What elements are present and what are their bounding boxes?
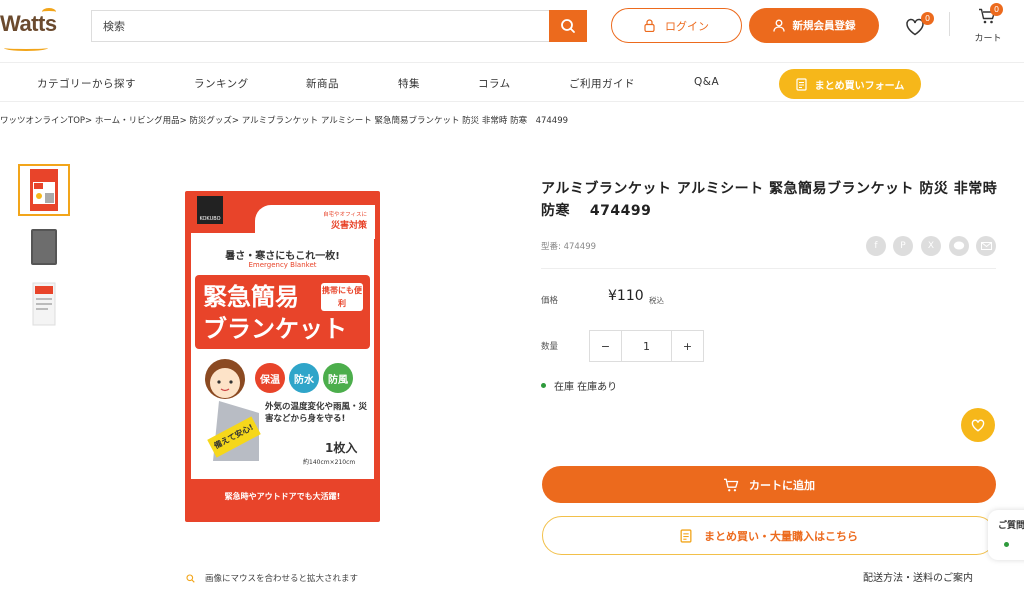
- user-icon: [772, 19, 785, 32]
- package-tagline: 暑さ・寒さにもこれ一枚!: [225, 251, 340, 262]
- quantity-stepper: − 1 +: [589, 330, 704, 362]
- magnifier-icon: [186, 573, 195, 583]
- logo-swoosh-icon: [4, 45, 48, 51]
- heart-icon: [971, 419, 985, 432]
- shipping-info-link[interactable]: 配送方法・送料のご案内: [863, 569, 973, 584]
- qty-value[interactable]: 1: [622, 331, 671, 361]
- stock-status: 在庫 在庫あり: [541, 378, 617, 393]
- bulk-form-label: まとめ買いフォーム: [814, 80, 905, 92]
- thumbnail-2[interactable]: [18, 221, 70, 273]
- site-logo[interactable]: Watts: [0, 8, 57, 51]
- corner-note: 自宅やオフィスに: [323, 212, 367, 218]
- header-divider: [949, 12, 950, 36]
- site-header: Watts ログイン 新規会員登録 0 0 カート: [0, 0, 1024, 62]
- share-line-icon[interactable]: [949, 236, 969, 256]
- wishlist-button[interactable]: 0: [905, 12, 934, 38]
- package-size: 約140cm×210cm: [303, 459, 356, 466]
- question-popup[interactable]: ご質問: [988, 510, 1024, 560]
- cart-icon: [724, 478, 739, 491]
- share-facebook-icon[interactable]: f: [866, 236, 886, 256]
- online-dot-icon: [1004, 542, 1009, 547]
- qty-minus-button[interactable]: −: [590, 331, 622, 361]
- question-popup-label: ご質問: [998, 521, 1024, 531]
- thumbnail-blanket-image: [31, 229, 57, 265]
- document-icon: [680, 528, 692, 543]
- stock-dot-icon: [541, 383, 546, 388]
- cart-count-badge: 0: [990, 3, 1003, 16]
- register-label: 新規会員登録: [792, 20, 856, 32]
- zoom-hint-text: 画像にマウスを合わせると拡大されます: [205, 574, 359, 584]
- nav-item-qa[interactable]: Q&A: [694, 76, 719, 88]
- share-pinterest-icon[interactable]: P: [893, 236, 913, 256]
- register-button[interactable]: 新規会員登録: [749, 8, 879, 43]
- login-label: ログイン: [665, 19, 709, 33]
- share-x-icon[interactable]: X: [921, 236, 941, 256]
- share-email-icon[interactable]: [976, 236, 996, 256]
- logo-sun-icon: [42, 8, 56, 16]
- product-price: ¥110: [608, 288, 644, 304]
- feature-warmth-badge: 保温: [255, 363, 285, 393]
- feature-waterproof-badge: 防水: [289, 363, 319, 393]
- bulk-form-button[interactable]: まとめ買いフォーム: [779, 69, 921, 99]
- thumbnail-1[interactable]: [18, 164, 70, 216]
- add-to-cart-label: カートに追加: [749, 478, 815, 492]
- document-icon: [796, 77, 807, 91]
- brand-logo: KOKUBO: [197, 196, 223, 224]
- package-footer: 緊急時やアウトドアでも大活躍!: [224, 492, 341, 501]
- thumbnail-back-image: [32, 282, 56, 326]
- tax-note: 税込: [649, 296, 664, 305]
- nav-item-ranking[interactable]: ランキング: [194, 76, 249, 91]
- package-english: Emergency Blanket: [248, 261, 317, 269]
- nav-item-categories[interactable]: カテゴリーから探す: [37, 76, 136, 91]
- cart-label: カート: [974, 34, 1002, 44]
- divider: [541, 268, 996, 269]
- feature-windproof-badge: 防風: [323, 363, 353, 393]
- product-main-image[interactable]: KOKUBO 自宅やオフィスに 災害対策 暑さ・寒さにもこれ一枚! Emerge…: [185, 191, 380, 522]
- nav-item-guide[interactable]: ご利用ガイド: [569, 76, 635, 91]
- product-sku: 型番: 474499: [541, 242, 597, 252]
- product-title: アルミブランケット アルミシート 緊急簡易ブランケット 防災 非常時 防寒 47…: [541, 181, 998, 219]
- package-count: 1枚入: [325, 441, 358, 455]
- stock-text: 在庫 在庫あり: [554, 382, 618, 393]
- login-button[interactable]: ログイン: [611, 8, 742, 43]
- thumbnail-package-image: [30, 169, 58, 211]
- package-portable: 携帯にも便利: [321, 283, 363, 311]
- envelope-icon: [980, 242, 992, 250]
- breadcrumb[interactable]: ワッツオンラインTOP> ホーム・リビング用品> 防災グッズ> アルミブランケッ…: [0, 114, 568, 126]
- wishlist-count-badge: 0: [921, 12, 934, 25]
- quantity-label: 数量: [541, 342, 559, 352]
- package-description: 外気の温度変化や雨風・災害などから身を守る!: [265, 402, 368, 424]
- brand-text: KOKUBO: [199, 216, 221, 222]
- corner-banner: 自宅やオフィスに 災害対策: [255, 205, 375, 239]
- corner-title: 災害対策: [330, 221, 367, 231]
- line-bubble-icon: [953, 241, 965, 250]
- main-nav: カテゴリーから探す ランキング 新商品 特集 コラム ご利用ガイド Q&A まと…: [0, 62, 1024, 102]
- bulk-buy-button[interactable]: まとめ買い・大量購入はこちら: [542, 516, 996, 555]
- price-label: 価格: [541, 296, 559, 306]
- qty-plus-button[interactable]: +: [671, 331, 703, 361]
- bulk-buy-label: まとめ買い・大量購入はこちら: [704, 529, 858, 543]
- nav-item-column[interactable]: コラム: [478, 76, 511, 91]
- search-icon: [561, 19, 575, 33]
- thumbnail-3[interactable]: [18, 278, 70, 330]
- favorite-button[interactable]: [961, 408, 995, 442]
- search-bar: [91, 10, 587, 42]
- add-to-cart-button[interactable]: カートに追加: [542, 466, 996, 503]
- package-title-2: ブランケット: [203, 315, 347, 343]
- cart-button[interactable]: 0 カート: [968, 3, 1008, 46]
- package-title-1: 緊急簡易: [203, 283, 299, 311]
- lock-icon: [644, 19, 655, 32]
- nav-item-new-products[interactable]: 新商品: [306, 76, 339, 91]
- nav-item-features[interactable]: 特集: [398, 76, 420, 91]
- search-input[interactable]: [92, 11, 549, 41]
- zoom-hint: 画像にマウスを合わせると拡大されます: [186, 572, 358, 584]
- search-button[interactable]: [549, 10, 587, 42]
